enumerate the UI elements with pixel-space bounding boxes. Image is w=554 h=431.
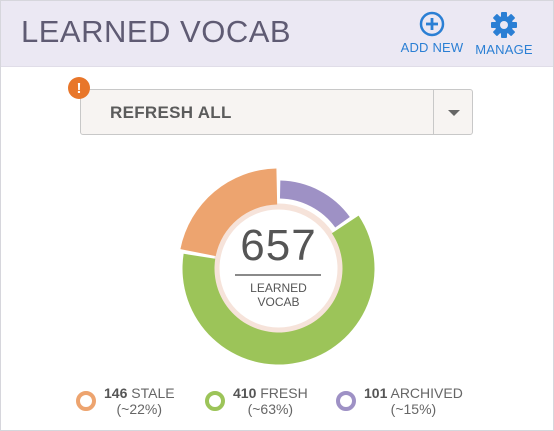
archived-ring-icon <box>336 391 356 411</box>
stale-name: STALE <box>131 385 175 401</box>
center-label: LEARNED VOCAB <box>171 281 386 309</box>
select-divider <box>433 90 434 134</box>
stale-percent: (~22%) <box>116 401 163 417</box>
manage-button[interactable]: MANAGE <box>473 11 535 57</box>
legend-text: 410 FRESH (~63%) <box>233 385 308 417</box>
manage-label: MANAGE <box>475 42 533 57</box>
learned-vocab-card: LEARNED VOCAB ADD NEW MANAGE REFRESH ALL… <box>0 0 554 431</box>
legend-item-stale[interactable]: 146 STALE (~22%) <box>76 385 175 417</box>
add-new-label: ADD NEW <box>400 40 464 55</box>
center-label-line2: VOCAB <box>257 295 300 309</box>
add-new-button[interactable]: ADD NEW <box>399 11 465 55</box>
legend-text: 101 ARCHIVED (~15%) <box>364 385 463 417</box>
plus-circle-icon <box>419 11 445 37</box>
fresh-name: FRESH <box>260 385 308 401</box>
legend-item-fresh[interactable]: 410 FRESH (~63%) <box>205 385 308 417</box>
refresh-filter-select[interactable]: REFRESH ALL <box>80 89 473 135</box>
fresh-ring-icon <box>205 391 225 411</box>
archived-name: ARCHIVED <box>390 385 463 401</box>
gear-icon <box>491 12 517 38</box>
stale-ring-icon <box>76 391 96 411</box>
total-count: 657 <box>240 221 317 270</box>
fresh-percent: (~63%) <box>247 401 294 417</box>
legend-text: 146 STALE (~22%) <box>104 385 175 417</box>
archived-count: 101 <box>364 385 388 401</box>
center-divider <box>235 274 321 276</box>
fresh-count: 410 <box>233 385 257 401</box>
exclamation-icon: ! <box>68 77 90 99</box>
card-header: LEARNED VOCAB ADD NEW MANAGE <box>1 1 553 67</box>
legend-item-archived[interactable]: 101 ARCHIVED (~15%) <box>336 385 463 417</box>
archived-percent: (~15%) <box>390 401 437 417</box>
caret-down-icon[interactable] <box>448 110 460 116</box>
filter-selected-value: REFRESH ALL <box>110 103 232 122</box>
page-title: LEARNED VOCAB <box>21 14 292 49</box>
center-label-line1: LEARNED <box>250 281 307 295</box>
stale-count: 146 <box>104 385 128 401</box>
